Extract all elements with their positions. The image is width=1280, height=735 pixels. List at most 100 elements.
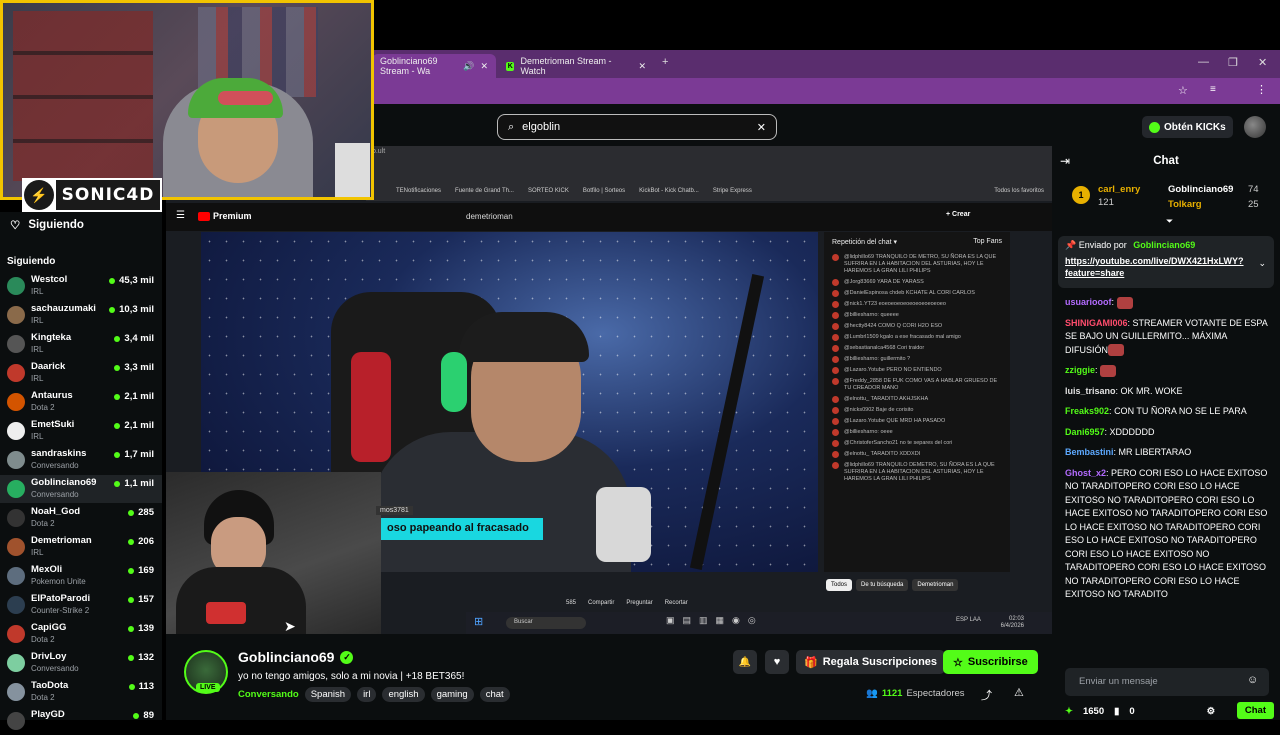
chat-username[interactable]: SHINIGAMI006 bbox=[1065, 318, 1128, 328]
sidebar-channel-sachauzumaki[interactable]: sachauzumaki IRL 10,3 mil bbox=[0, 301, 162, 329]
channel-avatar bbox=[7, 277, 25, 295]
channel-viewers: 285 bbox=[128, 507, 154, 518]
send-chat-button[interactable]: Chat bbox=[1236, 702, 1274, 719]
streamer-name[interactable]: Goblinciano69 ✓ bbox=[238, 649, 354, 665]
gift-subs-button[interactable]: 🎁 Regala Suscripciones bbox=[796, 650, 946, 674]
media-icon[interactable]: ≡ bbox=[1210, 84, 1216, 95]
sidebar-channel-emetsuki[interactable]: EmetSuki IRL 2,1 mil bbox=[0, 417, 162, 445]
clear-search-icon[interactable]: ✕ bbox=[757, 121, 766, 134]
chat-username[interactable]: zziggie bbox=[1065, 365, 1095, 375]
tag-pill[interactable]: gaming bbox=[430, 687, 474, 702]
close-tab-icon[interactable]: ✕ bbox=[638, 61, 646, 72]
live-dot-icon bbox=[128, 683, 135, 690]
notifications-button[interactable]: 🔔 bbox=[733, 650, 757, 674]
captured-chat-message: @elnottu_ TARADITO XDDXDI bbox=[824, 449, 1010, 460]
live-dot-icon bbox=[128, 567, 135, 574]
tag-pill[interactable]: chat bbox=[479, 687, 510, 702]
close-tab-icon[interactable]: ✕ bbox=[480, 61, 488, 72]
logo-text: SONIC4D bbox=[56, 180, 160, 210]
channel-avatar bbox=[7, 364, 25, 382]
sidebar-channel-antaurus[interactable]: Antaurus Dota 2 2,1 mil bbox=[0, 388, 162, 416]
viewer-number: 139 bbox=[138, 623, 154, 634]
sidebar-channel-demetrioman[interactable]: Demetrioman IRL 206 bbox=[0, 533, 162, 561]
pinned-link[interactable]: https://youtube.com/live/DWX421HxLWY?fea… bbox=[1065, 255, 1255, 279]
leader-name[interactable]: Tolkarg bbox=[1168, 199, 1202, 210]
sidebar-channel-goblinciano69[interactable]: Goblinciano69 Conversando 1,1 mil bbox=[0, 475, 162, 503]
emote-icon bbox=[1116, 296, 1133, 309]
settings-icon[interactable]: ⚙ bbox=[1207, 706, 1216, 717]
chat-text: PERO CORI ESO LO HACE EXITOSO NO TARADIT… bbox=[1065, 467, 1268, 600]
viewer-number: 1,1 mil bbox=[124, 478, 154, 489]
subscribe-button[interactable]: ☆ Suscribirse bbox=[943, 650, 1038, 674]
chat-username[interactable]: usuariooof bbox=[1065, 297, 1112, 307]
sidebar-channel-mexoli[interactable]: MexOli Pokemon Unite 169 bbox=[0, 562, 162, 590]
sidebar-channel-noah_god[interactable]: NoaH_God Dota 2 285 bbox=[0, 504, 162, 532]
channel-name: ElPatoParodi bbox=[31, 593, 91, 604]
chat-username[interactable]: Ghost_x2 bbox=[1065, 468, 1106, 478]
ask-action: Preguntar bbox=[626, 600, 653, 606]
live-dot-icon bbox=[109, 277, 116, 284]
sidebar-channel-drivloy[interactable]: DrivLoy Conversando 132 bbox=[0, 649, 162, 677]
chevron-down-icon[interactable]: ⌄ bbox=[1258, 258, 1266, 269]
channel-avatar bbox=[7, 712, 25, 730]
emoji-icon[interactable]: ☺ bbox=[1247, 674, 1258, 686]
mouse-cursor-icon: ➤ bbox=[284, 618, 296, 634]
chat-input[interactable]: Enviar un mensaje bbox=[1065, 668, 1269, 696]
captured-chat-message: @lidphillo69 TRANQUILO DE METRO, SU ÑORA… bbox=[824, 252, 1010, 277]
speaker-icon: 🔊 bbox=[463, 60, 475, 71]
search-input[interactable]: ⌕ elgoblin ✕ bbox=[497, 114, 777, 140]
get-kicks-button[interactable]: Obtén KICKs bbox=[1142, 116, 1233, 138]
video-player[interactable]: tb.ult TENotificaciones Fuente de Grand … bbox=[166, 146, 1052, 634]
points-icon: ✦ bbox=[1065, 705, 1073, 717]
address-bar[interactable]: ☆ ≡ ⋮ bbox=[372, 78, 1280, 104]
sidebar-channel-elpatoparodi[interactable]: ElPatoParodi Counter-Strike 2 157 bbox=[0, 591, 162, 619]
browser-tab-goblinciano[interactable]: Goblinciano69 Stream - Wa 🔊 ✕ bbox=[372, 54, 496, 78]
browser-tab-demetrioman[interactable]: K Demetrioman Stream - Watch ✕ bbox=[498, 54, 654, 78]
kicks-icon: ▮ bbox=[1114, 705, 1120, 717]
expand-icon[interactable]: ⏷ bbox=[1166, 216, 1173, 227]
tag-pill[interactable]: english bbox=[382, 687, 425, 702]
chat-message: luis_trisano: OK MR. WOKE bbox=[1065, 385, 1272, 399]
channel-viewers: 45,3 mil bbox=[109, 275, 154, 286]
leader-name[interactable]: carl_enry bbox=[1098, 184, 1140, 195]
leader-name[interactable]: Goblinciano69 bbox=[1168, 184, 1233, 195]
menu-icon[interactable]: ⋮ bbox=[1256, 83, 1267, 96]
captured-chat-message: @ChristoferSancho21 no te separes del co… bbox=[824, 438, 1010, 449]
channel-category: IRL bbox=[31, 548, 44, 557]
channel-name: Westcol bbox=[31, 274, 68, 285]
star-icon[interactable]: ☆ bbox=[1178, 84, 1188, 97]
share-icon[interactable]: ⤴ bbox=[981, 687, 992, 703]
sidebar-channel-capigg[interactable]: CapiGG Dota 2 139 bbox=[0, 620, 162, 648]
chat-username[interactable]: Freaks902 bbox=[1065, 406, 1109, 416]
sidebar-channel-sandraskins[interactable]: sandraskins Conversando 1,7 mil bbox=[0, 446, 162, 474]
chat-username[interactable]: Dani6957 bbox=[1065, 427, 1105, 437]
category-link[interactable]: Conversando bbox=[238, 689, 299, 700]
following-nav-item[interactable]: ♡ Siguiendo bbox=[10, 218, 84, 232]
tag-pill[interactable]: Spanish bbox=[304, 687, 352, 702]
close-window-button[interactable]: ✕ bbox=[1258, 56, 1267, 69]
pin-icon: 📌 bbox=[1065, 240, 1077, 250]
viewer-number: 45,3 mil bbox=[119, 275, 154, 286]
frog-hat-band bbox=[218, 91, 273, 105]
report-icon[interactable]: ⚠ bbox=[1014, 686, 1024, 699]
channel-viewers: 89 bbox=[133, 710, 154, 721]
minimize-button[interactable]: — bbox=[1198, 56, 1209, 68]
sidebar-channel-playgd[interactable]: PlayGD 89 bbox=[0, 707, 162, 735]
channel-name: EmetSuki bbox=[31, 419, 75, 430]
new-tab-button[interactable]: + bbox=[662, 56, 668, 68]
pinned-message: 📌 Enviado por Goblinciano69 https://yout… bbox=[1058, 236, 1274, 288]
chat-username[interactable]: Bembastini bbox=[1065, 447, 1114, 457]
sidebar-channel-kingteka[interactable]: Kingteka IRL 3,4 mil bbox=[0, 330, 162, 358]
sidebar-channel-daarick[interactable]: Daarick IRL 3,3 mil bbox=[0, 359, 162, 387]
tab-title: Demetrioman Stream - Watch bbox=[520, 56, 612, 76]
bell-icon: 🔔 bbox=[738, 656, 752, 668]
avatar[interactable] bbox=[1244, 116, 1266, 138]
maximize-button[interactable]: ❐ bbox=[1228, 56, 1238, 69]
tag-pill[interactable]: irl bbox=[357, 687, 377, 702]
sidebar-channel-westcol[interactable]: Westcol IRL 45,3 mil bbox=[0, 272, 162, 300]
chat-username[interactable]: luis_trisano bbox=[1065, 386, 1116, 396]
sidebar-channel-taodota[interactable]: TaoDota Dota 2 113 bbox=[0, 678, 162, 706]
channel-category: Conversando bbox=[31, 490, 79, 499]
channel-name: sandraskins bbox=[31, 448, 87, 459]
follow-button[interactable]: ♥ bbox=[765, 650, 789, 674]
